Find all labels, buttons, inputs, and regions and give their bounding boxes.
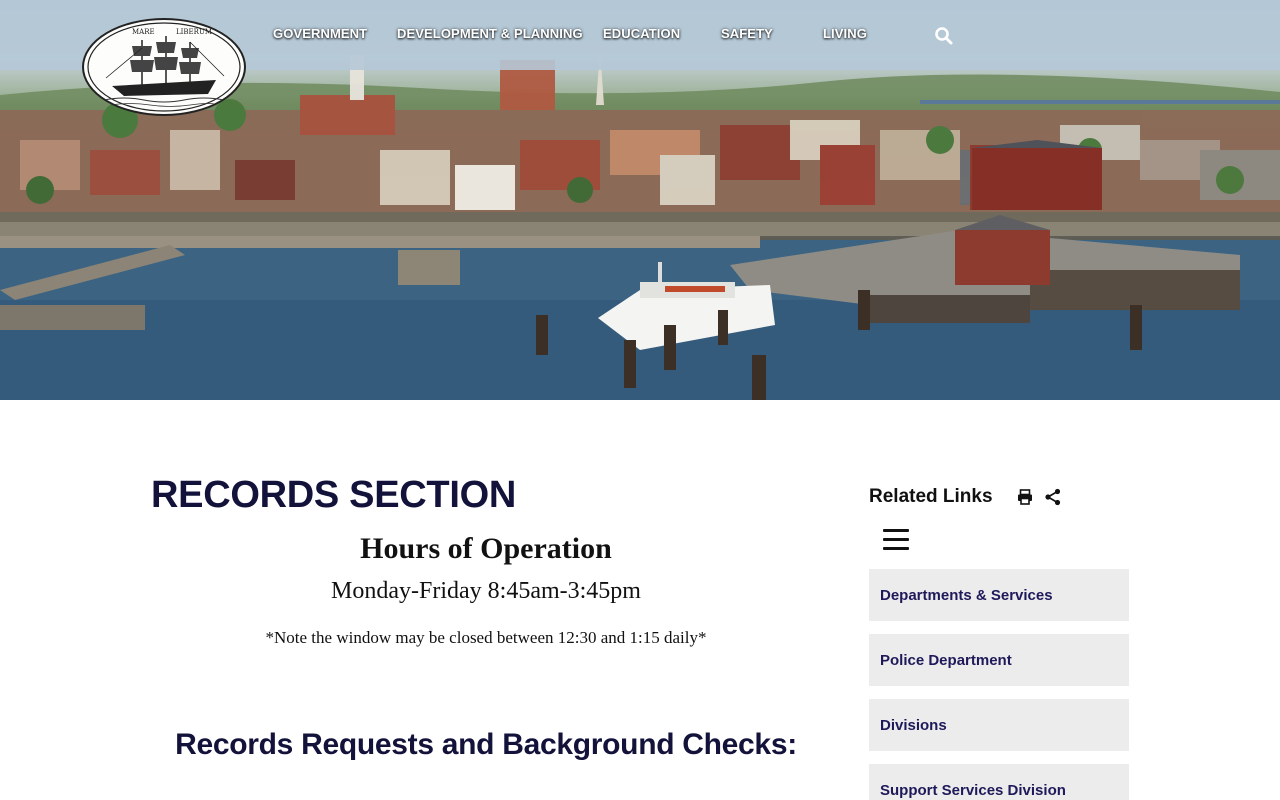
related-link-label: Departments & Services bbox=[880, 586, 1053, 604]
hours-note: *Note the window may be closed between 1… bbox=[265, 628, 707, 647]
page-title: RECORDS SECTION bbox=[151, 474, 516, 516]
related-link-label: Divisions bbox=[880, 716, 947, 734]
hamburger-menu-icon[interactable] bbox=[883, 529, 909, 551]
nav-item-development-planning[interactable]: DEVELOPMENT & PLANNING bbox=[397, 26, 583, 41]
print-icon[interactable] bbox=[1016, 488, 1034, 506]
related-link-label: Police Department bbox=[880, 651, 1012, 669]
related-link-support-services-division[interactable]: Support Services Division bbox=[869, 764, 1129, 800]
search-icon[interactable] bbox=[934, 26, 954, 46]
related-link-label: Support Services Division bbox=[880, 781, 1066, 799]
hours-heading: Hours of Operation bbox=[360, 532, 612, 565]
related-link-police-department[interactable]: Police Department bbox=[869, 634, 1129, 686]
nav-item-living[interactable]: LIVING bbox=[823, 26, 867, 41]
nav-item-safety[interactable]: SAFETY bbox=[721, 26, 773, 41]
nav-item-government[interactable]: GOVERNMENT bbox=[273, 26, 367, 41]
nav-item-education[interactable]: EDUCATION bbox=[603, 26, 680, 41]
hours-text: Monday-Friday 8:45am-3:45pm bbox=[331, 578, 641, 604]
share-icon[interactable] bbox=[1044, 488, 1062, 506]
main-navigation: GOVERNMENT DEVELOPMENT & PLANNING EDUCAT… bbox=[0, 0, 1280, 70]
related-link-departments-services[interactable]: Departments & Services bbox=[869, 569, 1129, 621]
related-link-divisions[interactable]: Divisions bbox=[869, 699, 1129, 751]
related-links-title: Related Links bbox=[869, 486, 993, 507]
records-requests-heading: Records Requests and Background Checks: bbox=[175, 728, 797, 761]
